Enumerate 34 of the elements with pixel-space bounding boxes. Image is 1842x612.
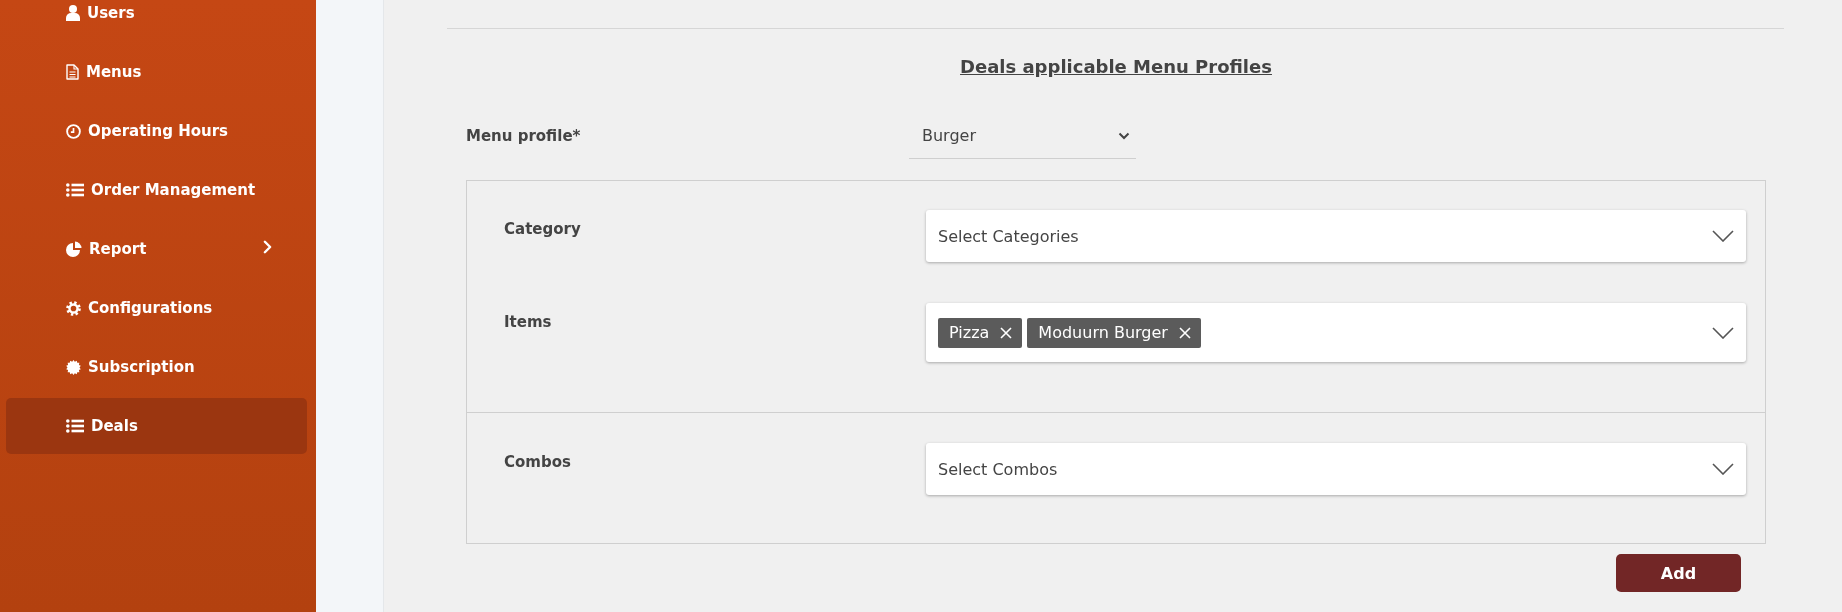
multi-select-field[interactable]: Pizza Moduurn Burger <box>926 303 1746 362</box>
chip-label: Moduurn Burger <box>1038 323 1168 342</box>
sidebar-item[interactable]: Users <box>6 0 307 41</box>
clock-icon <box>66 123 81 139</box>
gear-icon <box>66 300 81 316</box>
pie-chart-icon <box>66 241 82 257</box>
field-label: Category <box>504 219 581 239</box>
multi-select-field[interactable]: Select Combos <box>926 443 1746 495</box>
chip-label: Pizza <box>949 323 990 342</box>
field-label: Items <box>504 312 552 332</box>
menu-profile-select[interactable]: Burger <box>909 113 1136 159</box>
list-icon <box>66 183 84 197</box>
user-icon <box>66 5 80 21</box>
sidebar-item[interactable]: Configurations <box>6 280 307 336</box>
section-heading: Deals applicable Menu Profiles <box>960 56 1272 78</box>
multi-select-field[interactable]: Select Categories <box>926 210 1746 262</box>
add-button[interactable]: Add <box>1616 554 1741 592</box>
chevron-down-icon <box>1712 463 1734 475</box>
chevron-down-icon <box>1118 131 1130 140</box>
chevron-down-icon <box>1712 230 1734 242</box>
chevron-down-icon <box>1712 326 1734 339</box>
sidebar-item[interactable]: Operating Hours <box>6 103 307 159</box>
sidebar-item[interactable]: Order Management <box>6 162 307 218</box>
badge-icon <box>66 359 81 375</box>
close-icon[interactable] <box>1178 326 1191 339</box>
list-icon <box>66 419 84 433</box>
sidebar-item[interactable]: Subscription <box>6 339 307 395</box>
sidebar-item[interactable]: Report <box>6 221 307 277</box>
sidebar-item[interactable]: Deals <box>6 398 307 454</box>
close-icon[interactable] <box>1000 326 1013 339</box>
field-label: Menu profile* <box>466 126 581 146</box>
document-icon <box>66 64 79 80</box>
field-label: Combos <box>504 452 571 472</box>
sidebar-item[interactable]: Menus <box>6 44 307 100</box>
